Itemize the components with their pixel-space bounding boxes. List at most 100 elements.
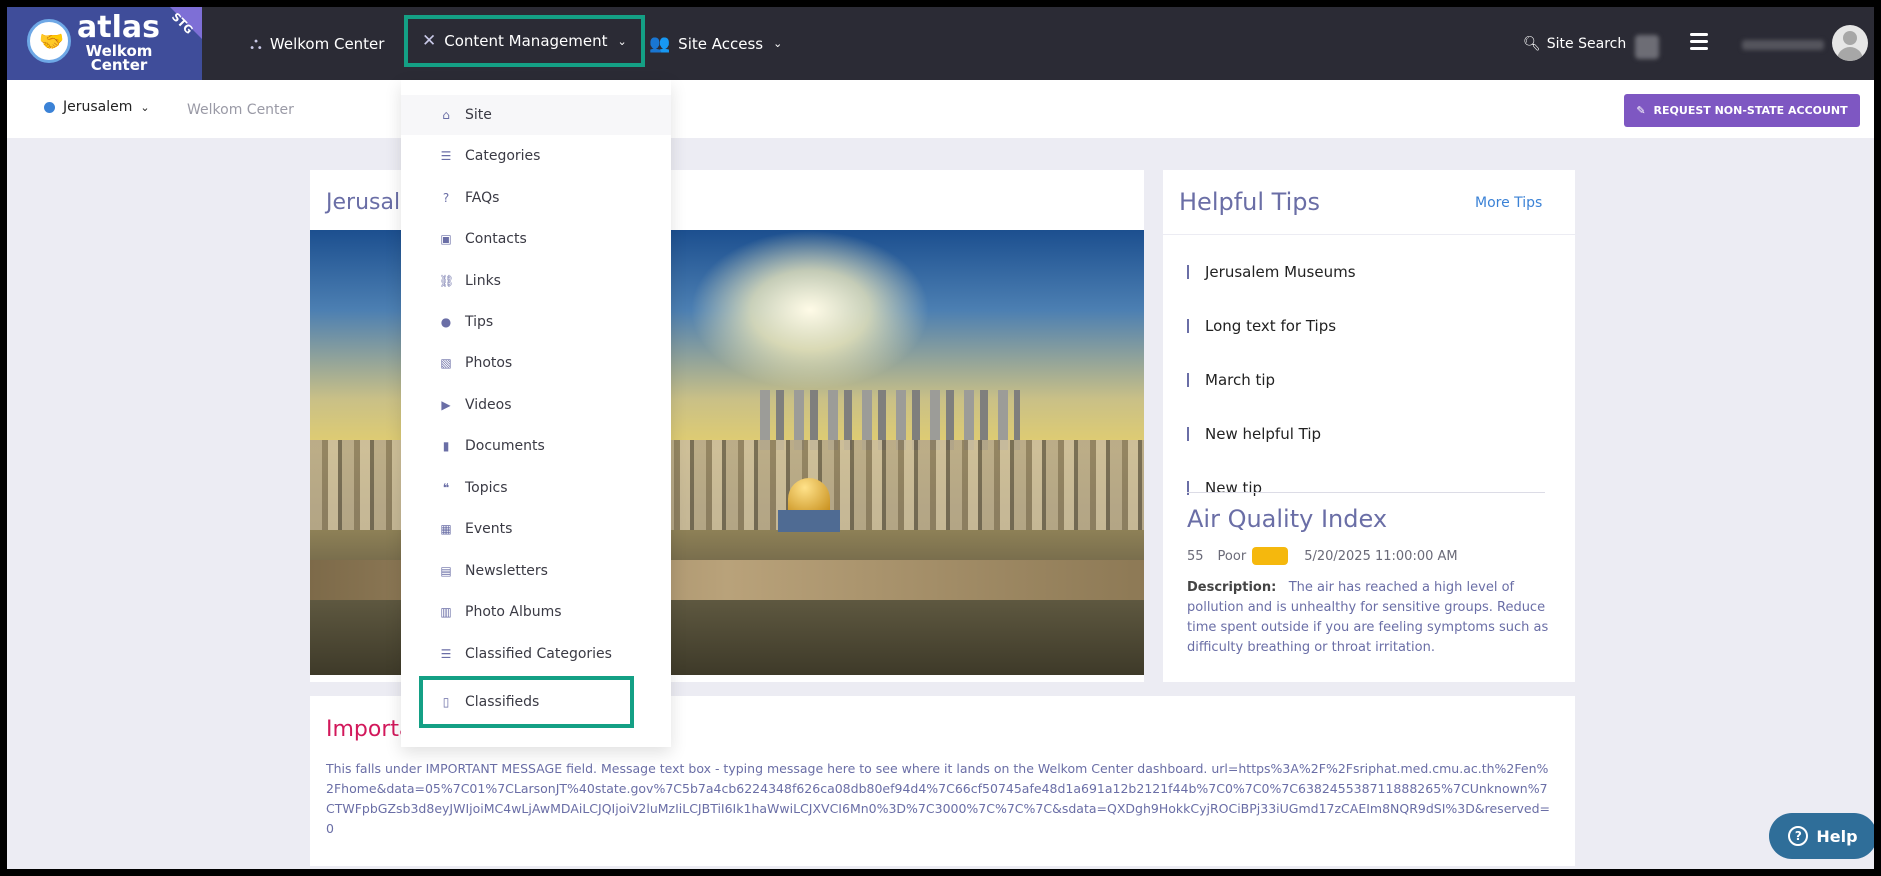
question-icon: ? (442, 191, 450, 205)
org-chart-icon: ⛬ (250, 33, 262, 54)
request-account-button[interactable]: ✎ REQUEST NON-STATE ACCOUNT (1624, 94, 1860, 127)
book-icon: ▥ (440, 605, 452, 619)
menu-item-contacts[interactable]: ▣ Contacts (401, 219, 671, 259)
menu-item-label: Tips (465, 314, 494, 330)
tip-item[interactable]: New tip (1187, 479, 1262, 497)
important-message: This falls under IMPORTANT MESSAGE field… (326, 761, 1551, 836)
menu-item-documents[interactable]: ▮ Documents (401, 426, 671, 466)
user-name (1742, 40, 1824, 50)
menu-item-label: Contacts (465, 231, 527, 247)
more-tips-link[interactable]: More Tips (1475, 195, 1542, 211)
menu-item-events[interactable]: ▦ Events (401, 509, 671, 549)
menu-item-label: Categories (465, 148, 541, 164)
tip-label: New helpful Tip (1205, 425, 1322, 443)
nav-site-access-label: Site Access (678, 34, 764, 53)
sub-bar: Jerusalem ⌄ Welkom Center ✎ REQUEST NON-… (7, 80, 1874, 138)
menu-item-photos[interactable]: ▧ Photos (401, 343, 671, 383)
comments-icon: ❝ (442, 481, 450, 495)
contact-icon: ▣ (440, 232, 452, 246)
menu-item-label: Documents (465, 438, 545, 454)
request-account-label: REQUEST NON-STATE ACCOUNT (1653, 104, 1848, 117)
menu-item-label: Newsletters (465, 563, 548, 579)
tip-label: March tip (1205, 371, 1276, 389)
menu-item-label: Classified Categories (465, 646, 612, 662)
divider (1163, 234, 1575, 235)
app-frame: 🤝 atlas Welkom Center STG ⛬ Welkom Cente… (7, 7, 1874, 869)
logo[interactable]: 🤝 atlas Welkom Center STG (7, 7, 202, 80)
chevron-down-icon: ⌄ (140, 100, 150, 114)
nav-welkom-center-label: Welkom Center (269, 34, 385, 53)
aqi-summary: 55 Poor 5/20/2025 11:00:00 AM (1187, 547, 1458, 565)
menu-item-categories[interactable]: ☰ Categories (401, 136, 671, 176)
menu-item-label: Events (465, 521, 513, 537)
link-icon: ⛓ (439, 274, 455, 288)
menu-item-site[interactable]: ⌂ Site (401, 95, 671, 135)
aqi-status-badge (1252, 547, 1289, 565)
help-label: Help (1816, 826, 1858, 846)
menu-item-label: Classifieds (465, 694, 540, 710)
chevron-down-icon: ⌄ (773, 37, 783, 50)
menu-item-label: FAQs (465, 190, 500, 206)
newspaper-icon: ▤ (440, 564, 452, 578)
location-dot-icon (44, 101, 55, 113)
site-search[interactable]: 🔍︎ Site Search (1523, 7, 1626, 80)
aqi-title: Air Quality Index (1187, 505, 1388, 533)
question-icon: ? (1788, 826, 1809, 846)
home-icon: ⌂ (442, 108, 450, 122)
photos-icon: ▧ (440, 356, 452, 370)
tip-label: Jerusalem Museums (1205, 263, 1356, 281)
lightbulb-icon: ● (440, 315, 452, 329)
menu-item-topics[interactable]: ❝ Topics (401, 468, 671, 508)
breadcrumb[interactable]: Welkom Center (187, 102, 294, 118)
menu-item-newsletters[interactable]: ▤ Newsletters (401, 551, 671, 591)
tip-label: New tip (1205, 479, 1263, 497)
tip-item[interactable]: March tip (1187, 371, 1275, 389)
menu-item-tips[interactable]: ● Tips (401, 302, 671, 342)
menu-item-faqs[interactable]: ? FAQs (401, 178, 671, 218)
tip-item[interactable]: Jerusalem Museums (1187, 263, 1356, 281)
logo-brand: atlas (77, 10, 160, 45)
tools-icon: ✕ (422, 31, 437, 51)
chevron-down-icon: ⌄ (617, 34, 627, 48)
menu-item-photo-albums[interactable]: ▥ Photo Albums (401, 592, 671, 632)
help-button[interactable]: ? Help (1769, 813, 1874, 859)
users-icon: 👥 (649, 33, 671, 54)
menu-item-videos[interactable]: ▶ Videos (401, 385, 671, 425)
menu-item-label: Topics (465, 480, 508, 496)
avatar[interactable] (1832, 25, 1868, 61)
menu-item-links[interactable]: ⛓ Links (401, 261, 671, 301)
content-management-dropdown: ⌂ Site ☰ Categories ? FAQs ▣ Contacts ⛓ Links… (401, 80, 671, 747)
aqi-timestamp: 5/20/2025 11:00:00 AM (1304, 548, 1458, 564)
document-icon: ▮ (442, 439, 450, 453)
list-icon: ☰ (440, 149, 452, 163)
helpful-tips-card: Helpful Tips More Tips Jerusalem Museums… (1163, 170, 1575, 682)
edit-icon: ✎ (1636, 104, 1646, 117)
search-icon: 🔍︎ (1523, 35, 1541, 52)
tip-item[interactable]: New helpful Tip (1187, 425, 1321, 443)
nav-content-management-label: Content Management (444, 32, 608, 50)
aqi-status: Poor (1217, 548, 1247, 564)
menu-item-classifieds[interactable]: ▯ Classifieds (419, 676, 634, 728)
helpful-tips-title: Helpful Tips (1179, 188, 1320, 216)
aqi-value: 55 (1187, 548, 1204, 564)
site-search-label: Site Search (1546, 35, 1627, 52)
calendar-icon: ▦ (440, 522, 452, 536)
menu-item-classified-categories[interactable]: ☰ Classified Categories (401, 634, 671, 674)
nav-site-access[interactable]: 👥 Site Access ⌄ (649, 7, 782, 80)
menu-item-label: Videos (465, 397, 512, 413)
menu-icon[interactable] (1690, 33, 1708, 53)
divider (1187, 492, 1545, 493)
nav-content-management[interactable]: ✕ Content Management ⌄ (404, 15, 645, 67)
tip-label: Long text for Tips (1205, 317, 1337, 335)
aqi-description: Description: The air has reached a high … (1187, 578, 1552, 658)
location-selector[interactable]: Jerusalem ⌄ (44, 99, 150, 115)
aqi-description-label: Description: (1187, 580, 1277, 595)
clipboard-icon: ▯ (442, 695, 450, 709)
top-nav: 🤝 atlas Welkom Center STG ⛬ Welkom Cente… (7, 7, 1874, 80)
notification-icon[interactable] (1635, 35, 1659, 59)
tip-item[interactable]: Long text for Tips (1187, 317, 1336, 335)
menu-item-label: Photos (465, 355, 513, 371)
location-label: Jerusalem (63, 99, 133, 115)
menu-item-label: Photo Albums (465, 604, 562, 620)
nav-welkom-center[interactable]: ⛬ Welkom Center (250, 7, 384, 80)
